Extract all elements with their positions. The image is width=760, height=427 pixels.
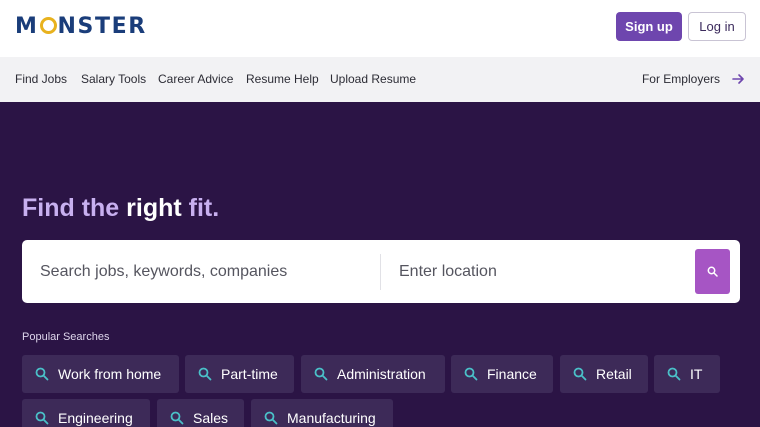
sign-up-button[interactable]: Sign up bbox=[616, 12, 682, 41]
job-search-box bbox=[22, 240, 740, 303]
search-icon bbox=[35, 367, 49, 381]
logo-text-right: NSTER bbox=[57, 14, 147, 39]
search-icon bbox=[264, 411, 278, 425]
nav-salary-tools[interactable]: Salary Tools bbox=[81, 57, 146, 102]
headline-part-1: Find the bbox=[22, 194, 127, 222]
headline-part-2: fit. bbox=[181, 194, 220, 222]
search-icon bbox=[573, 367, 587, 381]
search-icon bbox=[35, 411, 49, 425]
chip-label: Retail bbox=[596, 366, 632, 382]
search-button[interactable] bbox=[695, 249, 730, 294]
popular-search-chip[interactable]: Retail bbox=[560, 355, 648, 393]
chip-label: IT bbox=[690, 366, 703, 382]
chip-label: Part-time bbox=[221, 366, 278, 382]
chip-label: Manufacturing bbox=[287, 410, 376, 426]
nav-resume-help[interactable]: Resume Help bbox=[246, 57, 319, 102]
search-icon bbox=[170, 411, 184, 425]
popular-search-chip[interactable]: IT bbox=[654, 355, 720, 393]
search-icon bbox=[707, 266, 718, 277]
popular-search-chip[interactable]: Work from home bbox=[22, 355, 179, 393]
search-icon bbox=[667, 367, 681, 381]
location-input[interactable] bbox=[399, 240, 689, 303]
search-icon bbox=[464, 367, 478, 381]
arrow-right-icon[interactable] bbox=[731, 71, 745, 87]
nav-find-jobs[interactable]: Find Jobs bbox=[15, 57, 67, 102]
search-divider bbox=[380, 254, 381, 290]
nav-for-employers[interactable]: For Employers bbox=[642, 57, 720, 102]
headline-strong: right bbox=[126, 194, 182, 222]
popular-search-chip[interactable]: Manufacturing bbox=[251, 399, 393, 427]
main-nav: Find Jobs Salary Tools Career Advice Res… bbox=[0, 57, 760, 102]
chip-label: Work from home bbox=[58, 366, 162, 382]
popular-search-chip[interactable]: Part-time bbox=[185, 355, 294, 393]
job-search-input[interactable] bbox=[40, 240, 370, 303]
popular-search-chip[interactable]: Administration bbox=[301, 355, 445, 393]
nav-upload-resume[interactable]: Upload Resume bbox=[330, 57, 416, 102]
logo-text-left: M bbox=[15, 14, 39, 39]
nav-career-advice[interactable]: Career Advice bbox=[158, 57, 233, 102]
popular-searches-label: Popular Searches bbox=[22, 331, 110, 343]
chip-label: Finance bbox=[487, 366, 537, 382]
logo-o-ring-icon bbox=[39, 17, 57, 34]
log-in-button[interactable]: Log in bbox=[688, 12, 746, 41]
popular-search-chip[interactable]: Finance bbox=[451, 355, 553, 393]
monster-logo[interactable]: M NSTER bbox=[15, 14, 147, 40]
top-header: M NSTER Sign up Log in bbox=[0, 0, 760, 57]
search-icon bbox=[198, 367, 212, 381]
hero-headline: Find the right fit. bbox=[22, 194, 219, 223]
hero-section: Find the right fit. Popular Searches Wor… bbox=[0, 102, 760, 427]
chip-label: Sales bbox=[193, 410, 229, 426]
popular-search-chip[interactable]: Engineering bbox=[22, 399, 150, 427]
chip-label: Administration bbox=[337, 366, 426, 382]
search-icon bbox=[314, 367, 328, 381]
chip-label: Engineering bbox=[58, 410, 133, 426]
popular-search-chip[interactable]: Sales bbox=[157, 399, 244, 427]
